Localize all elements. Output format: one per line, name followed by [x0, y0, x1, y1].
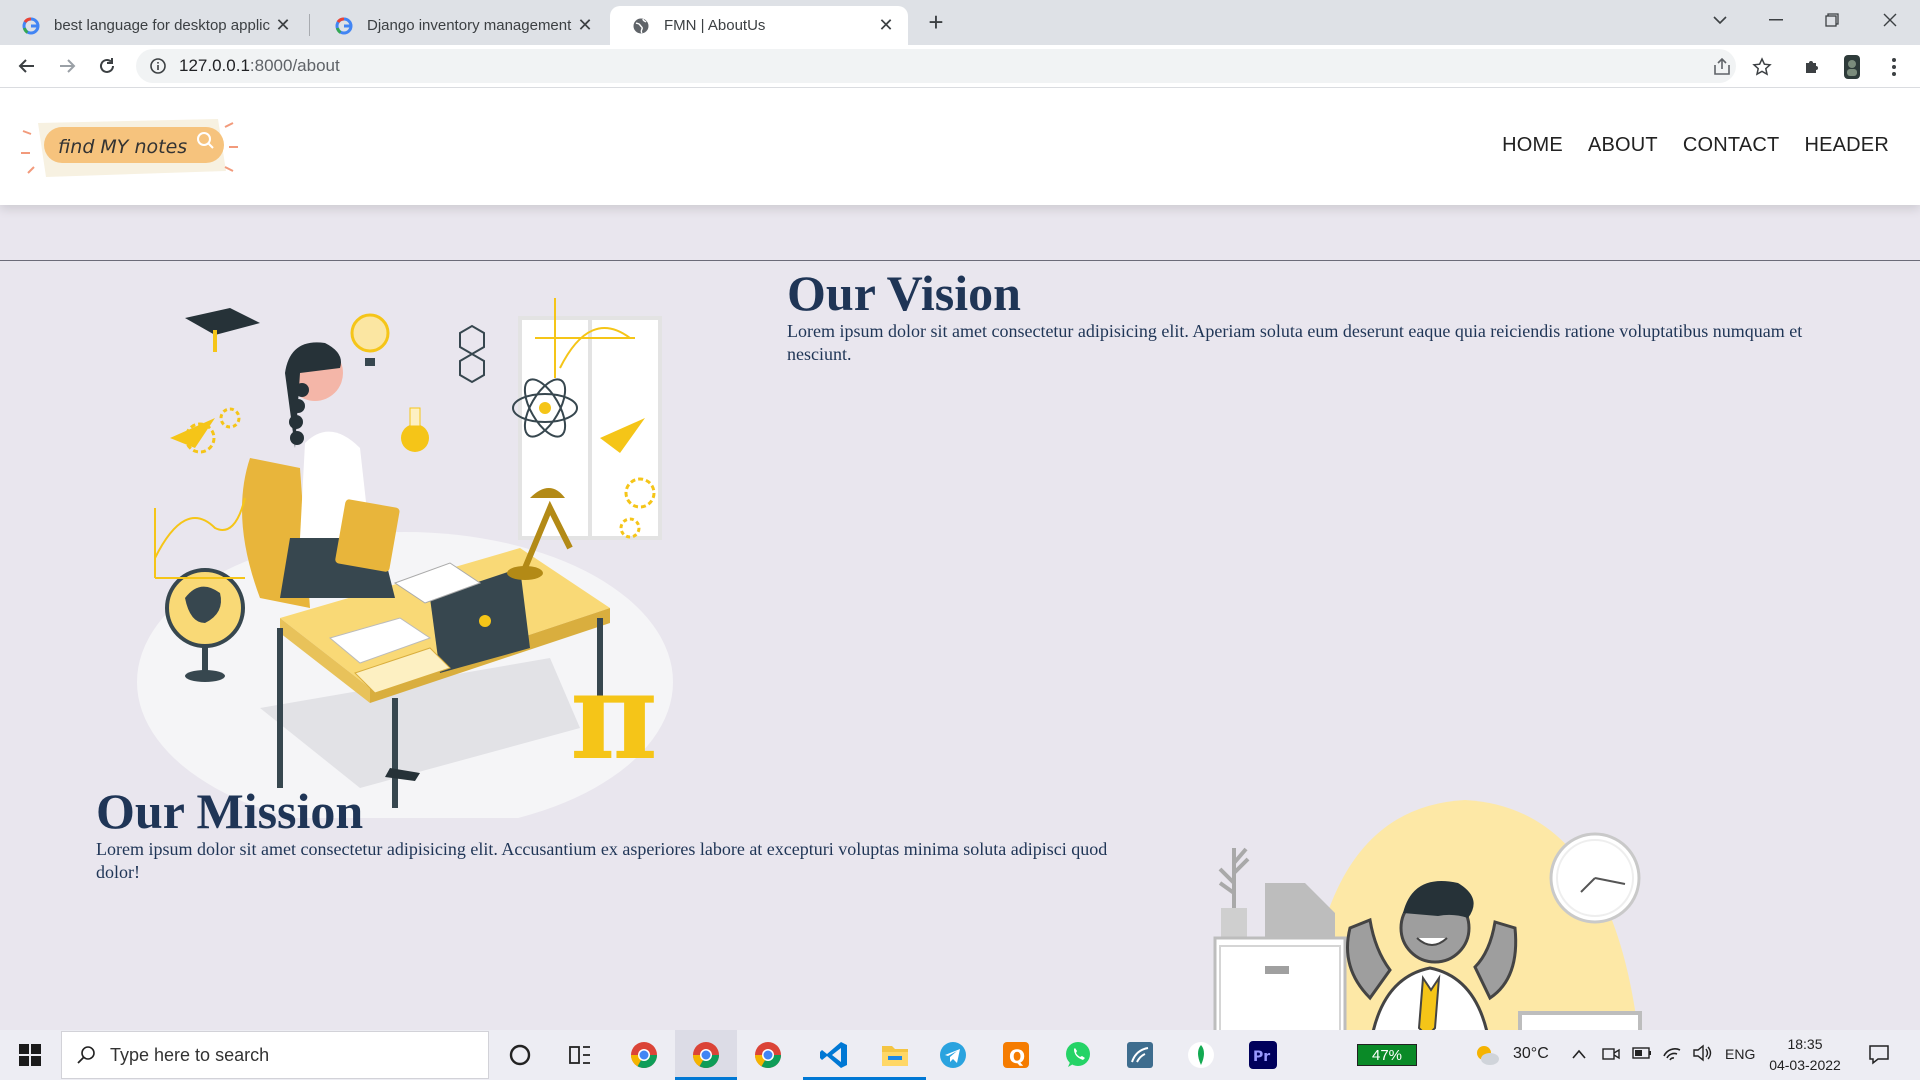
- clock-date: 04-03-2022: [1769, 1057, 1841, 1073]
- profile-avatar-icon[interactable]: [1838, 53, 1866, 81]
- svg-text:π: π: [570, 646, 658, 787]
- search-placeholder: Type here to search: [110, 1044, 270, 1065]
- section-divider: [0, 260, 1920, 261]
- task-view-icon[interactable]: [562, 1037, 598, 1073]
- nav-header-link[interactable]: HEADER: [1804, 134, 1889, 157]
- search-icon: [76, 1045, 96, 1065]
- reload-icon[interactable]: [92, 51, 122, 81]
- chrome-profile-2-icon[interactable]: [750, 1037, 786, 1073]
- taskbar-search-box[interactable]: Type here to search: [61, 1031, 489, 1079]
- restore-icon[interactable]: [1804, 0, 1860, 40]
- chrome-icon[interactable]: [626, 1037, 662, 1073]
- windows-start-icon[interactable]: [10, 1040, 50, 1070]
- globe-icon: [632, 17, 650, 35]
- tab-search-chevron-icon[interactable]: [1692, 0, 1748, 40]
- telegram-icon[interactable]: [935, 1037, 971, 1073]
- share-icon[interactable]: [1708, 53, 1736, 81]
- battery-indicator[interactable]: 47%: [1357, 1044, 1417, 1066]
- forward-arrow-icon[interactable]: [52, 51, 82, 81]
- chevron-up-icon[interactable]: [1572, 1046, 1586, 1064]
- tab-django-inventory[interactable]: Django inventory management s ✕: [313, 6, 607, 45]
- volume-icon[interactable]: [1692, 1044, 1712, 1067]
- nav-home-link[interactable]: HOME: [1502, 134, 1563, 157]
- chrome-profile-icon[interactable]: [675, 1030, 737, 1080]
- vision-heading: Our Vision: [787, 265, 1021, 321]
- whatsapp-icon[interactable]: [1060, 1037, 1096, 1073]
- student-desk-illustration: π: [130, 278, 690, 832]
- web-page: find MY notes HOME ABOUT CONTACT HEADER: [0, 88, 1920, 1030]
- tab-title: FMN | AboutUs: [664, 17, 766, 34]
- main-nav: HOME ABOUT CONTACT HEADER: [1502, 134, 1889, 157]
- nav-contact-link[interactable]: CONTACT: [1683, 134, 1780, 157]
- tab-best-language[interactable]: best language for desktop applic ✕: [0, 6, 305, 45]
- battery-icon[interactable]: [1632, 1046, 1652, 1065]
- vision-paragraph: Lorem ipsum dolor sit amet consectetur a…: [787, 321, 1803, 364]
- site-logo[interactable]: find MY notes: [18, 113, 248, 183]
- wifi-icon[interactable]: [1662, 1044, 1682, 1067]
- minimize-icon[interactable]: [1748, 0, 1804, 40]
- qbittorrent-icon[interactable]: Q: [998, 1037, 1034, 1073]
- mysql-workbench-icon[interactable]: [1122, 1037, 1158, 1073]
- mission-heading: Our Mission: [96, 783, 364, 839]
- address-bar[interactable]: 127.0.0.1:8000/about: [136, 49, 1736, 83]
- close-tab-icon[interactable]: ✕: [273, 15, 293, 36]
- site-header: find MY notes HOME ABOUT CONTACT HEADER: [0, 88, 1920, 205]
- notification-icon[interactable]: [1868, 1043, 1890, 1070]
- close-tab-icon[interactable]: ✕: [876, 15, 896, 36]
- new-tab-button[interactable]: +: [922, 7, 950, 37]
- meet-now-icon[interactable]: [1602, 1045, 1620, 1068]
- mongodb-compass-icon[interactable]: [1183, 1037, 1219, 1073]
- file-explorer-icon[interactable]: [864, 1030, 926, 1080]
- cortana-icon[interactable]: [502, 1037, 538, 1073]
- tab-fmn-aboutus[interactable]: FMN | AboutUs ✕: [610, 6, 908, 45]
- windows-taskbar: Type here to search Q Pr 47% 30°C ENG 18…: [0, 1030, 1920, 1080]
- google-icon: [22, 17, 40, 35]
- taskbar-clock[interactable]: 18:35 04-03-2022: [1760, 1034, 1850, 1076]
- url-host: 127.0.0.1: [179, 56, 250, 75]
- weather-icon[interactable]: [1474, 1043, 1500, 1072]
- tab-separator: [309, 14, 310, 36]
- close-window-icon[interactable]: [1862, 0, 1918, 40]
- clock-time: 18:35: [1787, 1036, 1823, 1052]
- svg-text:Pr: Pr: [1253, 1049, 1270, 1065]
- vscode-icon[interactable]: [803, 1030, 865, 1080]
- svg-text:find MY notes: find MY notes: [58, 136, 187, 158]
- tab-title: best language for desktop applic: [54, 17, 270, 34]
- site-info-icon[interactable]: [149, 57, 167, 75]
- chrome-menu-icon[interactable]: [1880, 53, 1908, 81]
- language-indicator[interactable]: ENG: [1725, 1046, 1755, 1062]
- browser-toolbar: 127.0.0.1:8000/about: [0, 45, 1920, 88]
- close-tab-icon[interactable]: ✕: [575, 15, 595, 36]
- tab-title: Django inventory management s: [367, 17, 575, 34]
- extensions-icon[interactable]: [1798, 53, 1826, 81]
- bookmark-star-icon[interactable]: [1748, 53, 1776, 81]
- url-text: 127.0.0.1:8000/about: [179, 56, 340, 76]
- mission-paragraph: Lorem ipsum dolor sit amet consectetur a…: [96, 839, 1108, 882]
- nav-about-link[interactable]: ABOUT: [1588, 134, 1658, 157]
- back-arrow-icon[interactable]: [12, 51, 42, 81]
- url-path: :8000/about: [249, 56, 340, 75]
- weather-temp[interactable]: 30°C: [1513, 1045, 1549, 1063]
- svg-text:Q: Q: [1009, 1046, 1025, 1068]
- premiere-pro-icon[interactable]: Pr: [1245, 1037, 1281, 1073]
- google-icon: [335, 17, 353, 35]
- celebrating-man-illustration: [1195, 788, 1715, 1030]
- browser-tab-bar: best language for desktop applic ✕ Djang…: [0, 0, 1920, 45]
